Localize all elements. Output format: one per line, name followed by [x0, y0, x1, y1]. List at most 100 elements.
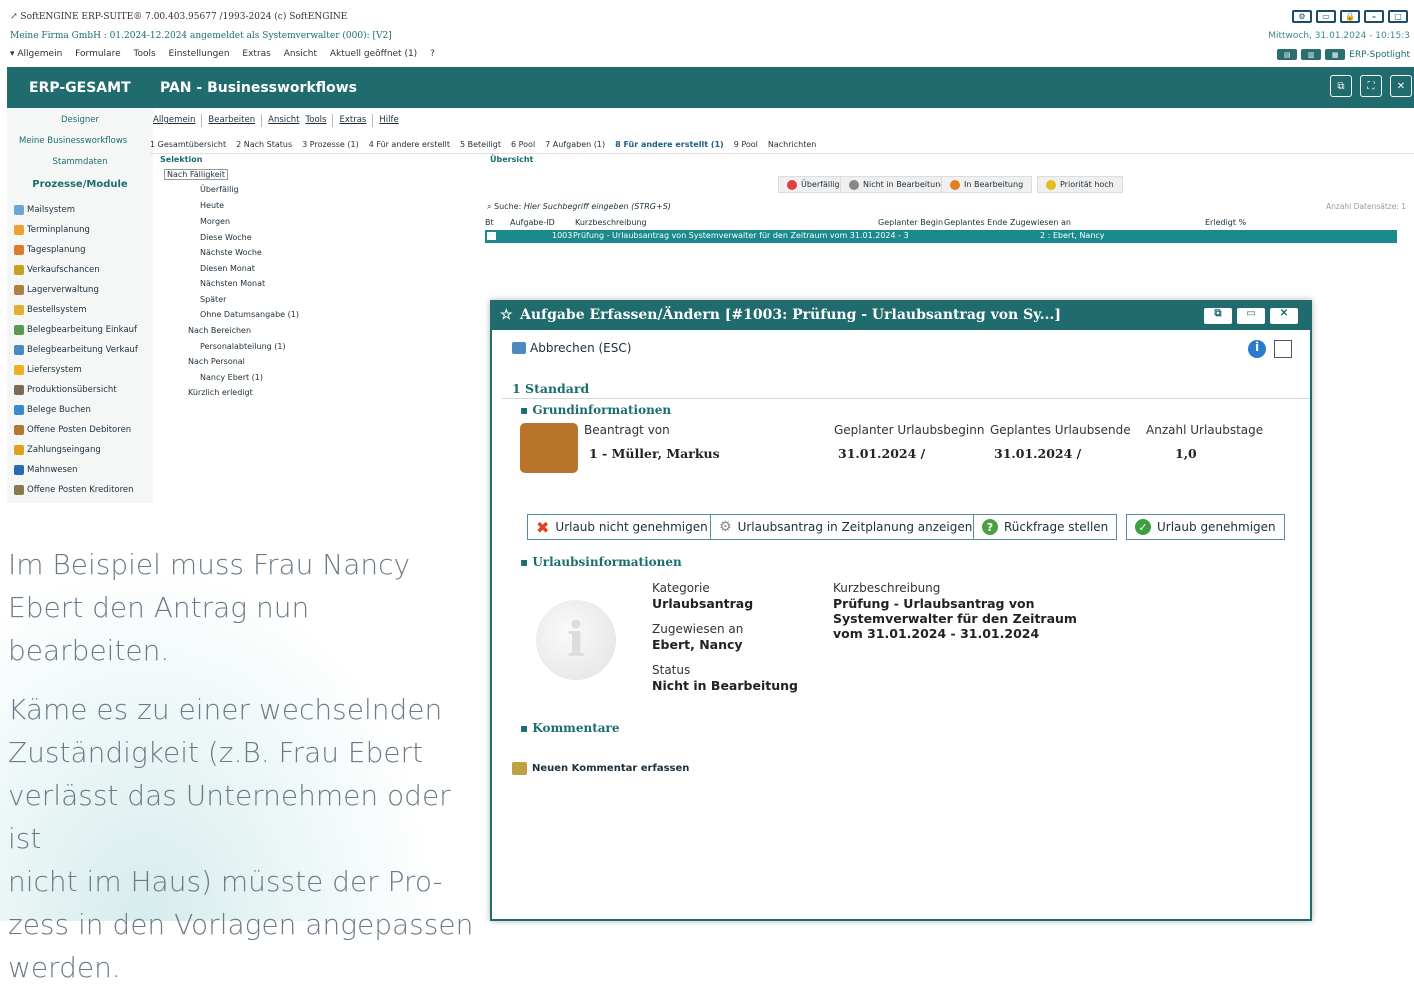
- lock-icon[interactable]: 🔒: [1340, 10, 1360, 23]
- toolbar-ansicht[interactable]: Ansicht: [268, 115, 299, 125]
- tree-kuerzlich[interactable]: Kürzlich erledigt: [188, 388, 253, 397]
- filter-prioritaet[interactable]: Priorität hoch: [1037, 176, 1123, 193]
- tree-nach-bereichen[interactable]: Nach Bereichen: [188, 326, 251, 335]
- tree-nach-faelligkeit[interactable]: Nach Fälligkeit: [164, 169, 229, 180]
- sidebar-workflows[interactable]: Meine Businessworkflows: [19, 136, 165, 146]
- maximize-icon[interactable]: □: [1388, 10, 1408, 23]
- settings-icon[interactable]: ⚙: [1292, 10, 1312, 23]
- sidebar-stammdaten[interactable]: Stammdaten: [7, 157, 153, 167]
- tab-andere-erstellt[interactable]: 8 Für andere erstellt (1): [615, 140, 724, 153]
- ende-value[interactable]: 31.01.2024 /: [994, 446, 1081, 461]
- sidebar-section[interactable]: Prozesse/Module: [7, 179, 153, 190]
- sidebar-item[interactable]: Belegbearbeitung Einkauf: [14, 325, 160, 335]
- col-desc[interactable]: Kurzbeschreibung: [575, 218, 647, 227]
- toolbar-tools[interactable]: Tools: [306, 115, 327, 125]
- tree-item[interactable]: Nächste Woche: [200, 248, 262, 257]
- new-comment-button[interactable]: Neuen Kommentar erfassen: [512, 762, 689, 775]
- sidebar-item[interactable]: Belege Buchen: [14, 405, 160, 415]
- layout-icon[interactable]: ▭: [1316, 10, 1336, 23]
- tab-beteiligt[interactable]: 5 Beteiligt: [460, 140, 501, 153]
- close-icon[interactable]: ✕: [1270, 308, 1298, 324]
- menu-allgemein[interactable]: ▾ Allgemein: [10, 49, 62, 59]
- tree-item[interactable]: Diesen Monat: [200, 264, 255, 273]
- star-icon[interactable]: ☆: [500, 307, 513, 323]
- beginn-value[interactable]: 31.01.2024 /: [838, 446, 925, 461]
- sidebar-item[interactable]: Belegbearbeitung Verkauf: [14, 345, 160, 355]
- tage-value[interactable]: 1,0: [1175, 446, 1197, 461]
- info-icon[interactable]: i: [1248, 340, 1266, 358]
- col-begin[interactable]: Geplanter Begin: [878, 218, 943, 227]
- sidebar-item[interactable]: Bestellsystem: [14, 305, 160, 315]
- dialog-titlebar[interactable]: ☆ Aufgabe Erfassen/Ändern [#1003: Prüfun…: [492, 302, 1310, 330]
- sidebar-item[interactable]: Zahlungseingang: [14, 445, 160, 455]
- tree-item[interactable]: Heute: [200, 201, 224, 210]
- query-button[interactable]: ? Rückfrage stellen: [973, 514, 1118, 540]
- menu-einstellungen[interactable]: Einstellungen: [169, 49, 230, 59]
- search-input[interactable]: Hier Suchbegriff eingeben (STRG+S): [524, 202, 671, 211]
- section-kommentare[interactable]: ▪ Kommentare: [520, 721, 620, 735]
- window-icon[interactable]: [1274, 340, 1292, 358]
- sidebar-item[interactable]: Liefersystem: [14, 365, 160, 375]
- sidebar-item[interactable]: Offene Posten Kreditoren: [14, 485, 160, 495]
- tab-status[interactable]: 2 Nach Status: [236, 140, 292, 153]
- tree-item[interactable]: Nächsten Monat: [200, 279, 265, 288]
- menu-formulare[interactable]: Formulare: [75, 49, 120, 59]
- tab-pool[interactable]: 6 Pool: [511, 140, 535, 153]
- tab-prozesse[interactable]: 3 Prozesse (1): [302, 140, 359, 153]
- col-done[interactable]: Erledigt %: [1205, 218, 1246, 227]
- close-icon[interactable]: ✕: [1390, 75, 1412, 97]
- tree-item[interactable]: Später: [200, 295, 226, 304]
- toolbar-bearbeiten[interactable]: Bearbeiten: [208, 115, 255, 125]
- tab-nachrichten[interactable]: Nachrichten: [768, 140, 816, 153]
- tree-item[interactable]: Überfällig: [200, 185, 239, 194]
- reject-button[interactable]: ✖ Urlaub nicht genehmigen: [527, 514, 717, 540]
- sidebar-item[interactable]: Verkaufschancen: [14, 265, 160, 275]
- tab-aufgaben[interactable]: 7 Aufgaben (1): [545, 140, 605, 153]
- sidebar-item[interactable]: Mahnwesen: [14, 465, 160, 475]
- cancel-button[interactable]: Abbrechen (ESC): [512, 341, 631, 355]
- spotlight-label[interactable]: ERP-Spotlight: [1349, 50, 1410, 60]
- tab-standard[interactable]: 1 Standard: [512, 381, 589, 396]
- spotlight-icon-3[interactable]: ▦: [1325, 49, 1346, 60]
- spotlight-icon-2[interactable]: ▥: [1301, 49, 1322, 60]
- minimize-icon[interactable]: –: [1364, 10, 1384, 23]
- menu-extras[interactable]: Extras: [242, 49, 270, 59]
- col-end[interactable]: Geplantes Ende: [944, 218, 1007, 227]
- tree-nancy[interactable]: Nancy Ebert (1): [200, 373, 263, 382]
- filter-in-bearbeitung[interactable]: In Bearbeitung: [941, 176, 1033, 193]
- fullscreen-icon[interactable]: ⛶: [1360, 75, 1382, 97]
- col-bt[interactable]: Bt: [485, 218, 494, 227]
- sidebar-item[interactable]: Offene Posten Debitoren: [14, 425, 160, 435]
- sidebar-item[interactable]: Terminplanung: [14, 225, 160, 235]
- menu-aktuell[interactable]: Aktuell geöffnet (1): [330, 49, 417, 59]
- show-in-planning-button[interactable]: ⚙ Urlaubsantrag in Zeitplanung anzeigen: [710, 514, 982, 540]
- search-bar[interactable]: ⌕ Suche: Hier Suchbegriff eingeben (STRG…: [487, 202, 671, 212]
- section-urlaubsinfo[interactable]: ▪ Urlaubsinformationen: [520, 555, 682, 569]
- col-assigned[interactable]: Zugewiesen an: [1010, 218, 1071, 227]
- sidebar-item[interactable]: Mailsystem: [14, 205, 160, 215]
- menu-tools[interactable]: Tools: [133, 49, 155, 59]
- tab-pool2[interactable]: 9 Pool: [734, 140, 758, 153]
- tree-nach-personal[interactable]: Nach Personal: [188, 357, 245, 366]
- filter-nicht-bearbeitung[interactable]: Nicht in Bearbeitung: [840, 176, 955, 193]
- tab-gesamt[interactable]: 1 Gesamtübersicht: [150, 140, 226, 153]
- tree-item[interactable]: Diese Woche: [200, 233, 252, 242]
- beantragt-value[interactable]: 1 - Müller, Markus: [589, 446, 720, 461]
- menu-help[interactable]: ?: [430, 49, 435, 59]
- approve-button[interactable]: ✓ Urlaub genehmigen: [1126, 514, 1285, 540]
- menu-ansicht[interactable]: Ansicht: [284, 49, 317, 59]
- toolbar-allgemein[interactable]: Allgemein: [153, 115, 195, 125]
- filter-ueberfaellig[interactable]: Überfällig: [778, 176, 849, 193]
- maximize-icon[interactable]: ▭: [1237, 308, 1265, 324]
- sidebar-item[interactable]: Tagesplanung: [14, 245, 160, 255]
- tree-item[interactable]: Morgen: [200, 217, 230, 226]
- section-grundinfo[interactable]: ▪ Grundinformationen: [520, 403, 671, 417]
- spotlight-icon-1[interactable]: ▤: [1277, 49, 1298, 60]
- sidebar-item[interactable]: Produktionsübersicht: [14, 385, 160, 395]
- table-row[interactable]: 1003 Prüfung - Urlaubsantrag von Systemv…: [485, 230, 1397, 243]
- toolbar-extras[interactable]: Extras: [339, 115, 366, 125]
- restore-icon[interactable]: ⧉: [1204, 308, 1232, 324]
- tree-personalabteilung[interactable]: Personalabteilung (1): [200, 342, 286, 351]
- sidebar-designer[interactable]: Designer: [7, 115, 153, 125]
- restore-icon[interactable]: ⧉: [1330, 75, 1352, 97]
